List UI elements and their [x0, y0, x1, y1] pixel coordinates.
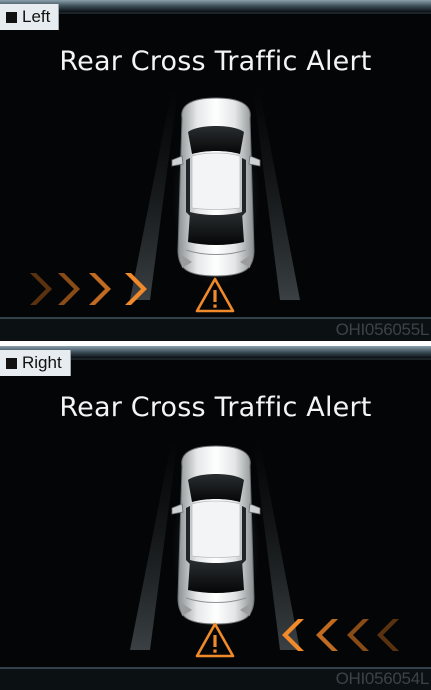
figure-code: OHI056055L	[335, 320, 430, 339]
vehicle-top-view-icon	[171, 97, 261, 289]
vehicle-top-view-icon	[171, 445, 261, 637]
screen-title: Rear Cross Traffic Alert	[59, 392, 372, 423]
cross-traffic-arrows-left	[282, 619, 399, 651]
figure-code: OHI056054L	[335, 669, 430, 688]
chevron-left-icon	[377, 619, 399, 651]
screen-frame-top	[0, 0, 431, 12]
screen-title: Rear Cross Traffic Alert	[59, 46, 372, 77]
cross-traffic-arrows-right	[30, 273, 147, 305]
chevron-right-icon	[30, 273, 52, 305]
panel-tag-label: Right	[22, 353, 62, 372]
panel-tag: Right	[0, 350, 71, 376]
panel-tag-label: Left	[22, 7, 51, 26]
chevron-left-icon	[316, 619, 338, 651]
chevron-left-icon	[347, 619, 369, 651]
rcta-panel-right: Right Rear Cross Traffic Alert OHI056054…	[0, 346, 431, 690]
chevron-right-icon	[89, 273, 111, 305]
rcta-panel-left: Left Rear Cross Traffic Alert OHI056055L	[0, 0, 431, 341]
square-bullet-icon	[6, 357, 17, 369]
parking-guide-left	[130, 438, 178, 650]
parking-guide-right	[253, 88, 300, 300]
chevron-right-icon	[58, 273, 80, 305]
parking-guide-left	[130, 88, 178, 300]
panel-tag: Left	[0, 4, 60, 30]
parking-guide-right	[253, 438, 300, 650]
square-bullet-icon	[6, 11, 17, 23]
